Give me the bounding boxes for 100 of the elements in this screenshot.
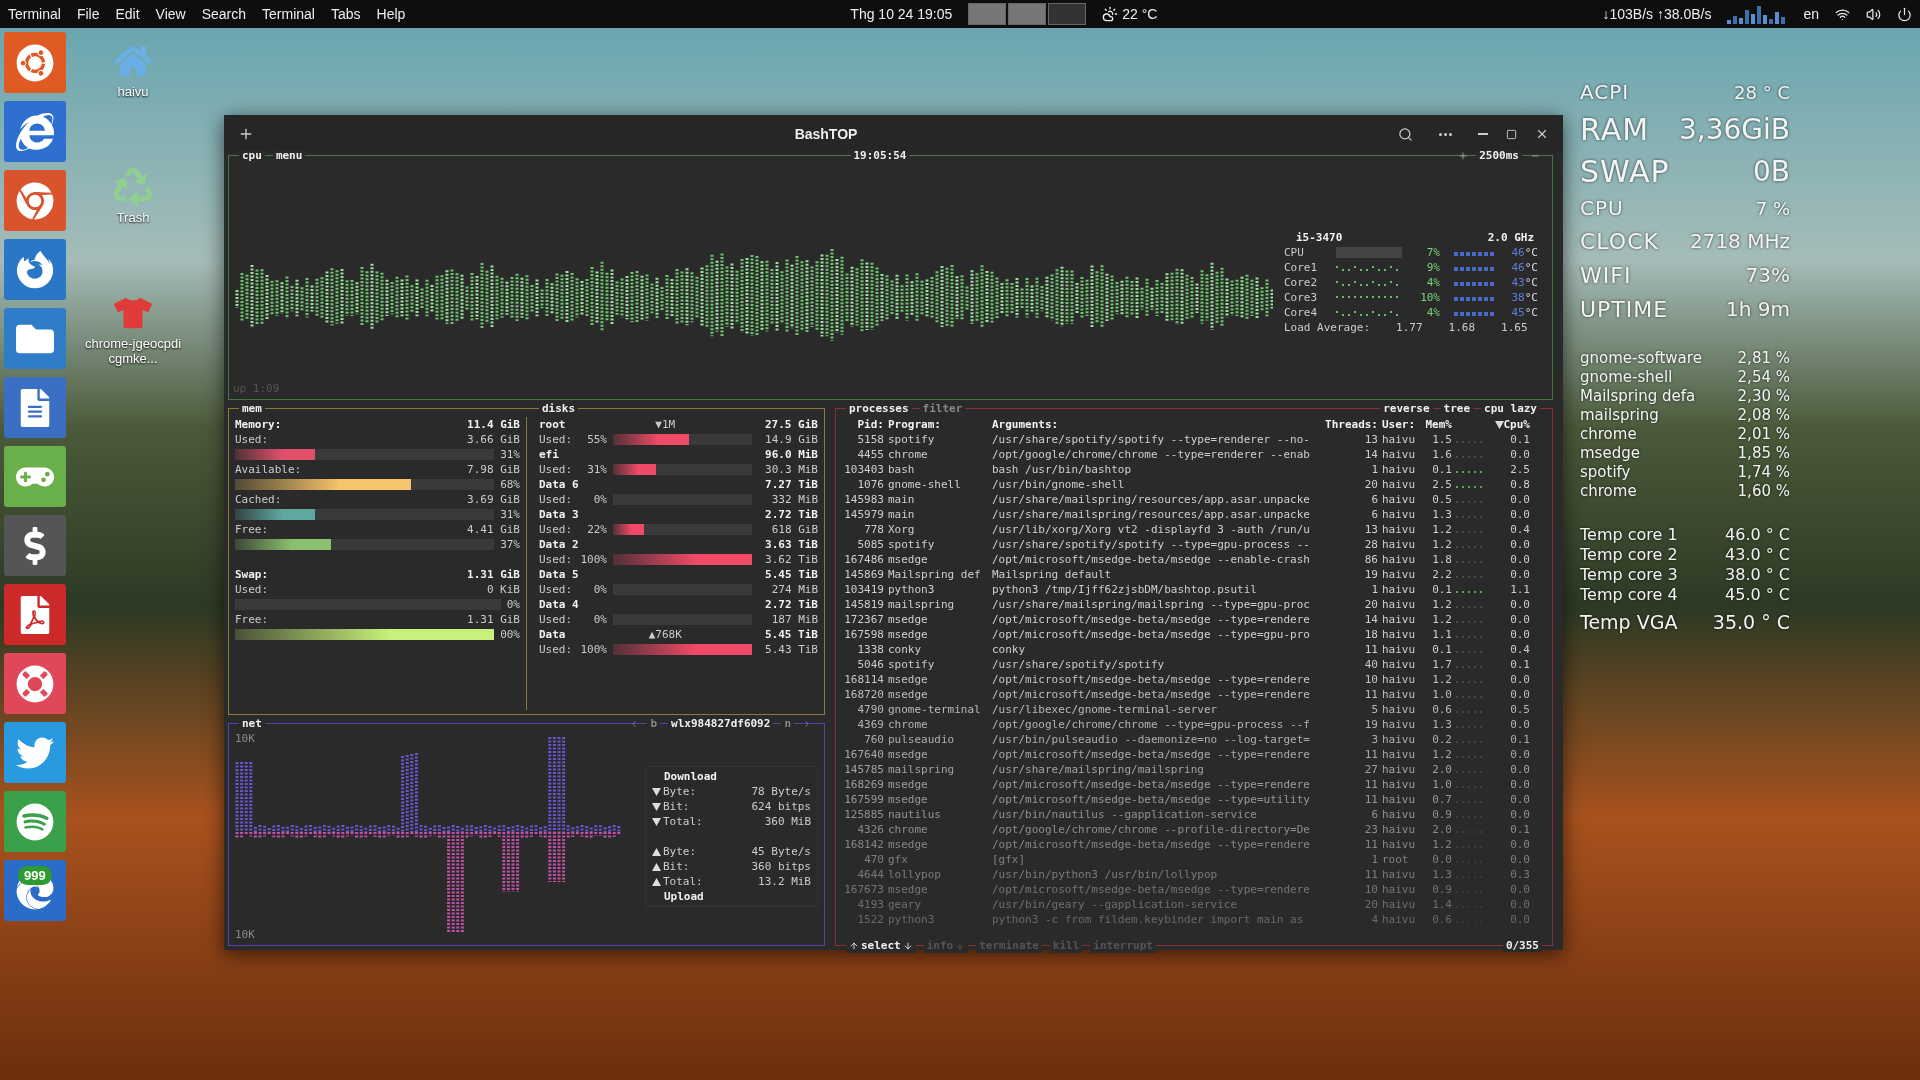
memory-percent: 0% — [506, 597, 520, 612]
footer-button[interactable]: select — [846, 938, 916, 953]
table-cell-text: /usr/bin/python3 /usr/bin/lollypop — [992, 867, 1219, 882]
dock-button[interactable] — [4, 170, 66, 231]
table-cell-text: /opt/microsoft/msedge-beta/msedge --type=rendere — [992, 672, 1311, 687]
table-cell-text: 18 — [1363, 627, 1378, 642]
table-cell-text: 1.4 — [1431, 897, 1452, 912]
table-cell-text: 13 — [1363, 432, 1378, 447]
table-cell-text: haivu — [1382, 792, 1417, 807]
table-cell-text: 0.0 — [1431, 852, 1452, 867]
dock-button[interactable] — [4, 515, 66, 576]
column-header[interactable]: Threads: — [1320, 417, 1378, 432]
previous-key[interactable]: b — [647, 718, 661, 730]
table-cell-text: /opt/microsoft/msedge-beta/msedge --type=rendere — [992, 687, 1311, 702]
globe-logo-icon — [16, 250, 54, 289]
table-cell-text: 172367 — [843, 612, 884, 627]
column-header[interactable]: Mem% — [1422, 417, 1452, 432]
table-cell-text: Xorg — [888, 522, 916, 537]
workspace-button[interactable] — [968, 3, 1007, 25]
table-cell-text: 145785 — [843, 762, 884, 777]
dock-button[interactable]: 999 — [4, 860, 66, 921]
cpu-sparkline — [1456, 561, 1484, 564]
dock-button[interactable] — [4, 101, 66, 162]
table-cell-text: spotify — [888, 537, 936, 552]
stat-label: Byte: — [652, 844, 697, 859]
disk-name: root — [539, 417, 566, 432]
panel-tab[interactable]: processes — [846, 403, 912, 415]
cpu-sparkline — [1456, 516, 1484, 519]
cpu-name: Core4 — [1284, 305, 1319, 320]
panel-tab[interactable]: menu — [272, 150, 306, 162]
dock-button[interactable] — [4, 791, 66, 852]
menu-item[interactable]: Edit — [115, 6, 140, 22]
table-cell-text: 103403 — [843, 462, 884, 477]
dock-button[interactable] — [4, 377, 66, 438]
dock-button[interactable] — [4, 653, 66, 714]
table-cell-text: /usr/bin/geary --gapplication-service — [992, 897, 1239, 912]
next-icon[interactable] — [802, 719, 812, 729]
disk-io: ▼1M — [655, 417, 676, 432]
panel-tab[interactable]: cpu — [239, 150, 265, 162]
network-graph — [1727, 4, 1788, 24]
column-header[interactable]: Arguments: — [992, 417, 1316, 432]
table-cell-text: /usr/libexec/gnome-terminal-server — [992, 702, 1219, 717]
next-key[interactable]: n — [781, 718, 794, 730]
panel-tab[interactable]: filter — [919, 403, 966, 415]
power-icon[interactable] — [1897, 6, 1912, 22]
dock-button[interactable] — [4, 584, 66, 645]
scale-label: 10K — [235, 928, 255, 941]
table-cell-text: haivu — [1382, 492, 1417, 507]
app-name[interactable]: Terminal — [8, 6, 61, 22]
table-cell-text: msedge — [888, 612, 929, 627]
column-header[interactable]: Cpu% — [1490, 417, 1530, 432]
clock[interactable]: Thg 10 24 19:05 — [850, 6, 953, 22]
table-cell-text: 778 — [863, 522, 884, 537]
language-indicator[interactable]: en — [1803, 6, 1819, 22]
option-toggle[interactable]: tree — [1440, 403, 1473, 415]
menu-item[interactable]: Tabs — [330, 6, 361, 22]
conky-temp-label: Temp core 3 — [1580, 564, 1678, 584]
option-toggle[interactable]: cpu lazy — [1481, 403, 1540, 415]
table-cell-text: 0.3 — [1509, 867, 1530, 882]
memory-value: 7.98 GiB — [467, 462, 520, 477]
table-cell-text: 0.0 — [1509, 747, 1530, 762]
table-cell-text: 28 — [1363, 537, 1378, 552]
column-header[interactable]: Pid: — [840, 417, 884, 432]
disk-used-label: Used: 0% — [539, 582, 607, 597]
dock-button[interactable] — [4, 308, 66, 369]
table-cell-text: lollypop — [888, 867, 942, 882]
conky-label: ACPI — [1580, 80, 1630, 104]
menu-item[interactable]: File — [76, 6, 100, 22]
table-cell-text: Mailspring default — [992, 567, 1113, 582]
menu-item[interactable]: Terminal — [262, 6, 315, 22]
workspace-button[interactable] — [1008, 3, 1047, 25]
menu-item[interactable]: Search — [201, 6, 247, 22]
table-cell-text: 0.1 — [1509, 732, 1530, 747]
workspace-button[interactable] — [1048, 3, 1087, 25]
weather[interactable]: 22 °C — [1102, 6, 1158, 22]
dock-button[interactable] — [4, 239, 66, 300]
column-header[interactable]: User: — [1382, 417, 1418, 432]
table-cell-text: 11 — [1363, 687, 1378, 702]
menu-item[interactable]: View — [155, 6, 186, 22]
increase-icon[interactable] — [1458, 151, 1469, 161]
memory-label: Free: — [235, 612, 269, 627]
table-cell-text: 4644 — [856, 867, 884, 882]
volume-icon[interactable] — [1866, 6, 1881, 22]
wifi-icon[interactable] — [1835, 6, 1850, 22]
up-arrow-icon — [849, 940, 859, 951]
column-header[interactable]: Program: — [888, 417, 988, 432]
desktop-icon-label[interactable]: chrome-jgeocpdicgmke... — [83, 336, 183, 366]
stat-value: 45 Byte/s — [751, 844, 811, 859]
cpu-sparkline — [1456, 621, 1484, 624]
memory-label: Used: — [235, 582, 269, 597]
option-toggle[interactable]: reverse — [1380, 403, 1433, 415]
table-cell-text: 10 — [1363, 672, 1378, 687]
disk-name: Data 6 — [539, 477, 579, 492]
table-cell-text: 0.1 — [1431, 582, 1452, 597]
dock-button[interactable] — [4, 32, 66, 93]
dock-button[interactable] — [4, 722, 66, 783]
load-label: Load Average: — [1284, 320, 1371, 335]
menu-item[interactable]: Help — [376, 6, 406, 22]
disk-name: Data — [539, 627, 566, 642]
disk-total: 96.0 MiB — [765, 447, 818, 462]
